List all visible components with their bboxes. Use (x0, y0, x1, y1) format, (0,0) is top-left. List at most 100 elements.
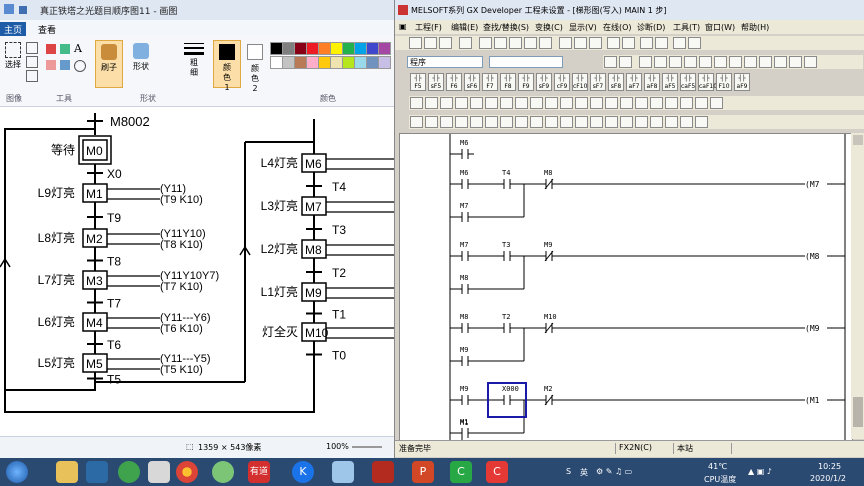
toolbar-icon-14[interactable] (804, 56, 817, 68)
read-plc-icon[interactable] (640, 37, 653, 49)
ladder-key-f6[interactable]: ┤├ F6 (446, 73, 462, 91)
clock-date[interactable]: 2020/1/2 (810, 474, 846, 483)
menu-find-replace[interactable]: 查找/替换(S) (483, 22, 529, 33)
ime-indicator[interactable]: 英 (580, 467, 588, 478)
menu-convert[interactable]: 变换(C) (535, 22, 563, 33)
paint-canvas[interactable]: M8002 M0 等待 X0 M1 L9灯亮 T9 (Y11) (T9 K10) M2 L8灯亮 T8… (0, 107, 394, 435)
write-plc-icon[interactable] (622, 37, 635, 49)
scroll-up-icon[interactable] (853, 135, 863, 145)
menu-help[interactable]: 帮助(H) (741, 22, 769, 33)
extra-icon-8[interactable] (515, 97, 528, 109)
menu-project[interactable]: 工程(F) (415, 22, 442, 33)
clock-time[interactable]: 10:25 (818, 462, 841, 471)
file-explorer-icon[interactable] (56, 461, 78, 483)
find-instruction-icon[interactable] (589, 37, 602, 49)
menu-diagnostics[interactable]: 诊断(D) (637, 22, 665, 33)
crop-icon[interactable] (26, 42, 38, 54)
data-combo[interactable] (489, 56, 563, 68)
resize-icon[interactable] (26, 56, 38, 68)
extra-icon-21[interactable] (710, 97, 723, 109)
extra-icon-9[interactable] (530, 97, 543, 109)
start-button[interactable] (6, 461, 28, 483)
menu-window[interactable]: 窗口(W) (705, 22, 735, 33)
extra-icon-2[interactable] (425, 97, 438, 109)
color1-button[interactable]: 颜色1 (213, 40, 241, 92)
ladder-key-af5[interactable]: ┤├ aF5 (662, 73, 678, 91)
paste-icon[interactable] (509, 37, 522, 49)
app-green-icon[interactable] (118, 461, 140, 483)
ladder-key-af8[interactable]: ┤├ aF8 (644, 73, 660, 91)
extra-icon-20[interactable] (695, 97, 708, 109)
palette-swatch[interactable] (378, 42, 391, 55)
ladder-editor[interactable]: M6 M6 T4 M8 (M7 M7 M7 T3 M9 (M8 M8 M8 T2 M10 (M9 M9 M9 X0… (399, 133, 853, 441)
menu-edit[interactable]: 编辑(E) (451, 22, 478, 33)
ladder-key-sf9[interactable]: ┤├ sF9 (536, 73, 552, 91)
ladder-key-f7[interactable]: ┤├ F7 (482, 73, 498, 91)
ladder-key-caf10[interactable]: ┤├ caF10 (698, 73, 717, 91)
extra-icon-5[interactable] (470, 97, 483, 109)
toolbar-icon-5[interactable] (669, 56, 682, 68)
ladder-key-caf5[interactable]: ┤├ caF5 (680, 73, 696, 91)
fill-icon[interactable] (60, 44, 70, 54)
kugou-icon[interactable]: K (292, 461, 314, 483)
color-picker-icon[interactable] (60, 60, 70, 70)
ladder-key-f5[interactable]: ┤├ F5 (410, 73, 426, 91)
wechat-icon[interactable] (212, 461, 234, 483)
open-icon[interactable] (424, 37, 437, 49)
extra-icon-12[interactable] (575, 97, 588, 109)
paint-taskbar-icon[interactable] (332, 461, 354, 483)
extra-icon-19[interactable] (680, 97, 693, 109)
media-player-icon[interactable] (86, 461, 108, 483)
redo-icon[interactable] (539, 37, 552, 49)
save-icon[interactable] (439, 37, 452, 49)
toolbar-icon-3[interactable] (639, 56, 652, 68)
ladder-key-af9[interactable]: ┤├ aF9 (734, 73, 750, 91)
find-device-icon[interactable] (574, 37, 587, 49)
ladder-key-cf9[interactable]: ┤├ cF9 (554, 73, 570, 91)
extra-icon-15[interactable] (620, 97, 633, 109)
find-icon[interactable] (559, 37, 572, 49)
menu-online[interactable]: 在线(O) (603, 22, 632, 33)
magnifier-icon[interactable] (74, 60, 86, 72)
ladder-key-f10[interactable]: ┤├ F10 (716, 73, 732, 91)
cut-icon[interactable] (479, 37, 492, 49)
extra-icon-4[interactable] (455, 97, 468, 109)
youdao-icon[interactable]: 有道 (248, 461, 270, 483)
select-button[interactable]: 选择 (2, 40, 24, 80)
toolbar-icon-10[interactable] (744, 56, 757, 68)
monitor-icon[interactable] (607, 37, 620, 49)
brush-button[interactable]: 刷子 (95, 40, 123, 88)
program-combo[interactable]: 程序 (407, 56, 483, 68)
undo-icon[interactable] (524, 37, 537, 49)
extra-icon-3[interactable] (440, 97, 453, 109)
toolbar-icon-1[interactable] (604, 56, 617, 68)
toolbar-icon-11[interactable] (759, 56, 772, 68)
text-icon[interactable]: A (74, 42, 82, 55)
extra-icon-13[interactable] (590, 97, 603, 109)
quick-access-toolbar[interactable] (4, 4, 38, 16)
ladder-key-af7[interactable]: ┤├ aF7 (626, 73, 642, 91)
rotate-icon[interactable] (26, 70, 38, 82)
copy-icon[interactable] (494, 37, 507, 49)
menu-view[interactable]: 显示(V) (569, 22, 597, 33)
extra-icon-10[interactable] (545, 97, 558, 109)
scroll-thumb[interactable] (853, 397, 863, 427)
extra-icon-18[interactable] (665, 97, 678, 109)
extra-icon-6[interactable] (485, 97, 498, 109)
tray-icons[interactable]: ⚙ ✎ ♫ ▭ (596, 467, 632, 476)
ladder-key-sf8[interactable]: ┤├ sF8 (608, 73, 624, 91)
pencil-icon[interactable] (46, 44, 56, 54)
toolbar-icon-13[interactable] (789, 56, 802, 68)
tab-view[interactable]: 查看 (34, 22, 60, 37)
ladder-key-sf7[interactable]: ┤├ sF7 (590, 73, 606, 91)
chrome-icon[interactable] (176, 461, 198, 483)
shapes-button[interactable]: 形状 (128, 40, 154, 80)
save-icon[interactable] (18, 6, 27, 14)
new-icon[interactable] (409, 37, 422, 49)
extra-icon-16[interactable] (635, 97, 648, 109)
ladder-vertical-scrollbar[interactable] (851, 133, 864, 439)
menu-tools[interactable]: 工具(T) (673, 22, 700, 33)
extra-icon-11[interactable] (560, 97, 573, 109)
toolbar-icon-7[interactable] (699, 56, 712, 68)
ladder-key-f8[interactable]: ┤├ F8 (500, 73, 516, 91)
